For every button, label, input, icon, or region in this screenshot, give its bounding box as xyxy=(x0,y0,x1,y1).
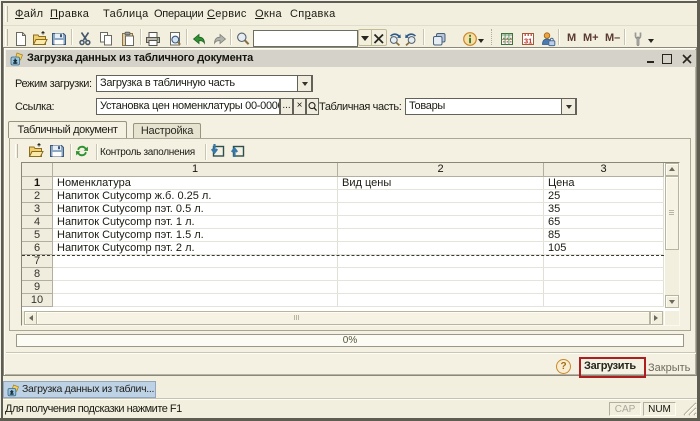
svg-text:31: 31 xyxy=(524,37,532,46)
